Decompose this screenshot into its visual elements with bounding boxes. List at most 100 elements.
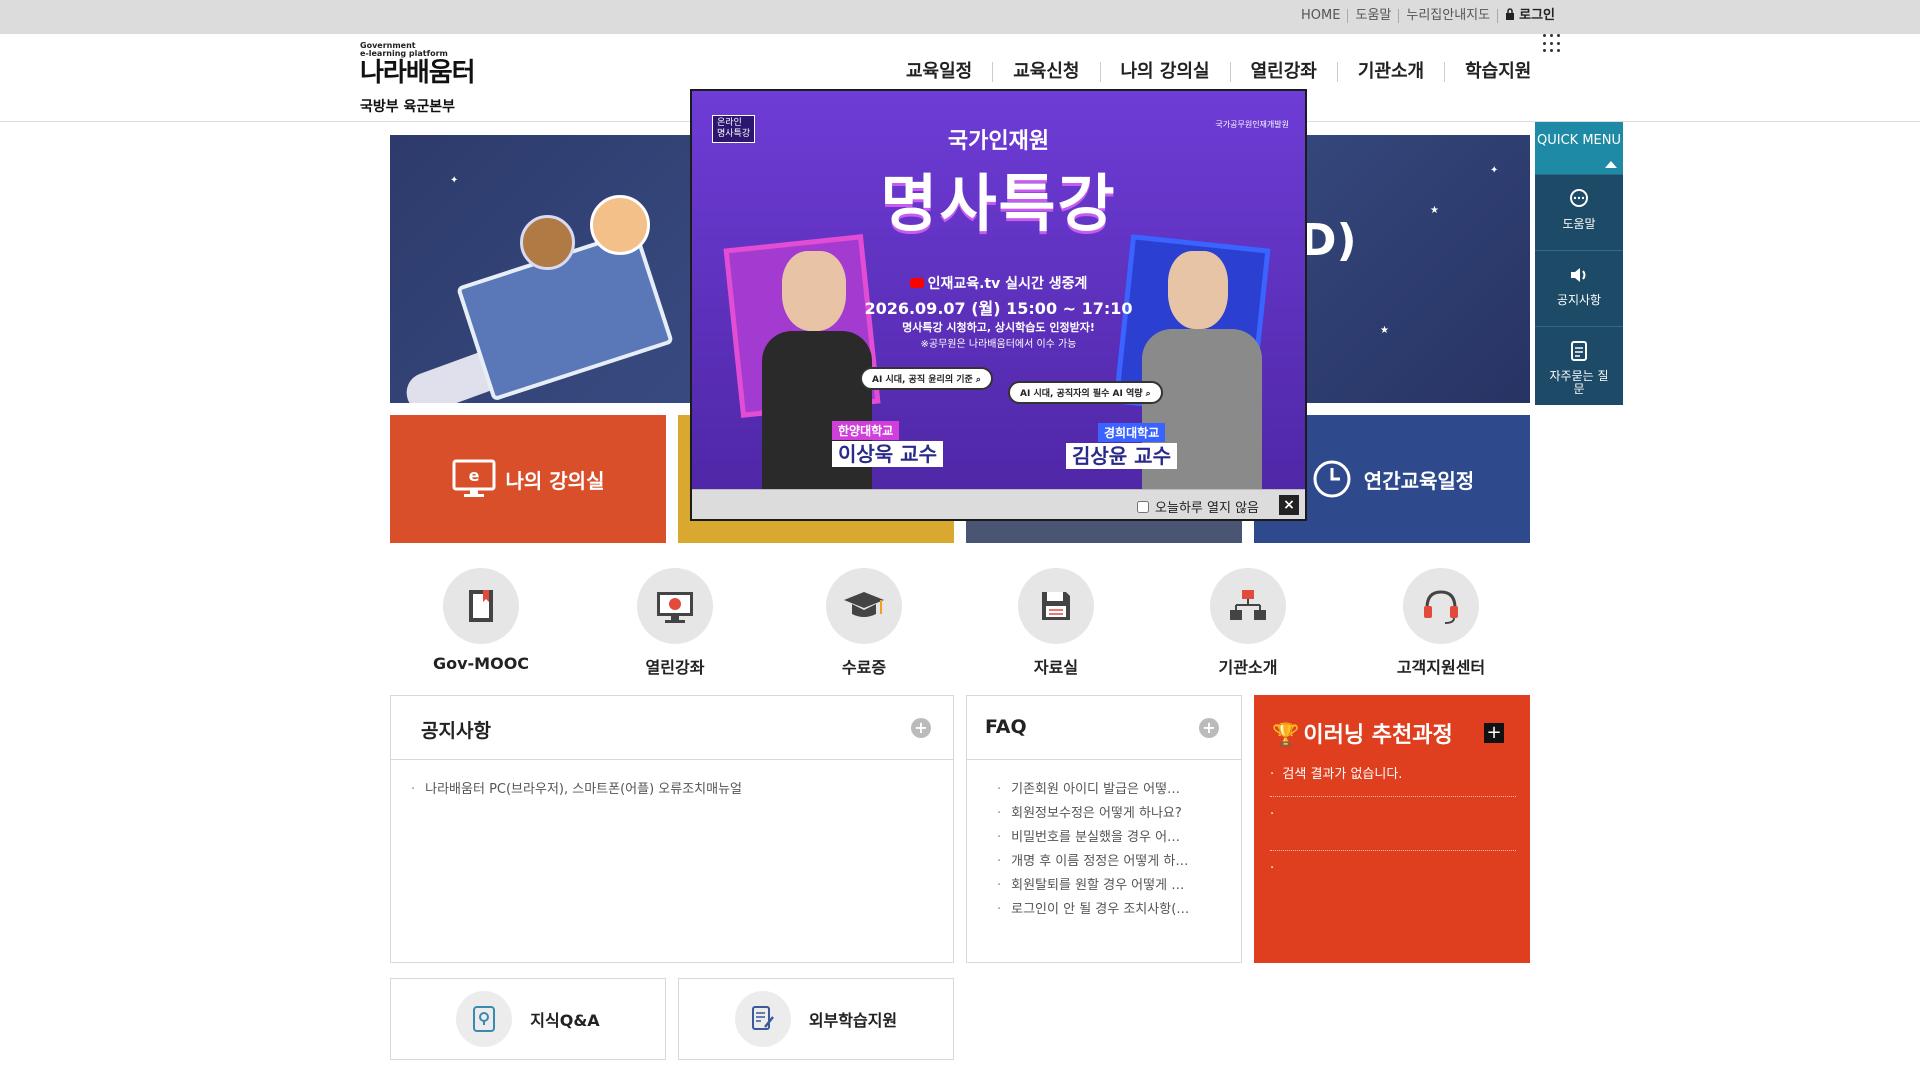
lock-icon	[1506, 8, 1515, 20]
faq-more-plus-icon[interactable]: +	[1199, 718, 1219, 738]
nav-item-support[interactable]: 학습지원	[1445, 62, 1551, 82]
shortcut-about-label: 기관소개	[1218, 658, 1278, 677]
login-label: 로그인	[1519, 8, 1555, 23]
speech-bubble-icon	[1570, 189, 1588, 207]
popup-date: 2026.09.07 (월) 15:00 ~ 17:10	[864, 299, 1133, 318]
topic-1-pill: AI 시대, 공직 윤리의 기준 ⌕	[860, 367, 993, 390]
recommended-title: 이러닝 추천과정	[1303, 723, 1453, 748]
sitemap-link[interactable]: 누리집안내지도	[1399, 8, 1499, 23]
shortcut-about[interactable]: 기관소개	[1183, 568, 1313, 678]
tile-annual-schedule-label: 연간교육일정	[1363, 468, 1475, 493]
banner-kid-illustration	[590, 195, 650, 255]
list-item[interactable]: 기존회원 아이디 발급은 어떻…	[997, 778, 1221, 802]
quick-menu-title: QUICK MENU	[1537, 133, 1621, 148]
faq-title: FAQ	[985, 716, 1027, 738]
login-link[interactable]: 로그인	[1498, 8, 1562, 23]
shortcut-gov-mooc-label: Gov-MOOC	[432, 654, 530, 673]
star-icon: ★	[1430, 205, 1439, 216]
nav-item-open-course[interactable]: 열린강좌	[1231, 62, 1338, 82]
banner-partial-text: D)	[1300, 215, 1357, 266]
notice-title: 공지사항	[421, 720, 491, 742]
headset-icon	[1403, 568, 1479, 644]
home-link[interactable]: HOME	[1294, 8, 1349, 23]
utility-bar: HOME 도움말 누리집안내지도 로그인	[0, 0, 1920, 34]
shortcut-archive-label: 자료실	[1033, 658, 1079, 677]
notice-header: 공지사항 +	[391, 696, 953, 760]
quick-item-help[interactable]: 도움말	[1535, 174, 1623, 250]
quick-menu: QUICK MENU 도움말 공지사항 자주묻는 질문	[1535, 122, 1623, 405]
logo-small-text-2: e-learning platform	[360, 49, 448, 58]
notice-board: 공지사항 + 나라배움터 PC(브라우저), 스마트폰(어플) 오류조치매뉴얼	[390, 695, 954, 963]
dont-show-today[interactable]: 오늘하루 열지 않음	[1137, 497, 1259, 516]
notice-more-plus-icon[interactable]: +	[911, 718, 931, 738]
recommended-more-plus-icon[interactable]: +	[1484, 723, 1504, 743]
topic-2-pill: AI 시대, 공직자의 필수 AI 역량 ⌕	[1008, 381, 1163, 404]
popup-title-small: 국가인재원	[947, 129, 1050, 154]
star-icon: ✦	[450, 175, 459, 186]
star-icon: ★	[1380, 325, 1389, 336]
lecture-popup: 온라인 명사특강 국가공무원인재개발원 국가인재원 명사특강 인재교육.tv 실시…	[690, 89, 1307, 521]
popup-live-text: 인재교육.tv 실시간 생중계	[692, 273, 1305, 293]
popup-line-1: 명사특강 시청하고, 상시학습도 인정받자!	[902, 321, 1095, 334]
svg-text:e: e	[468, 466, 479, 485]
nav-item-apply[interactable]: 교육신청	[993, 62, 1101, 82]
logo-org: 국방부 육군본부	[360, 99, 456, 115]
clock-icon	[1313, 460, 1351, 498]
banner-pet-illustration	[520, 215, 575, 270]
floppy-disk-icon	[1018, 568, 1094, 644]
list-item: ·	[1270, 861, 1275, 876]
popup-live-label: 인재교육.tv 실시간 생중계	[927, 276, 1088, 292]
knowledge-qa-button[interactable]: 지식Q&A	[390, 978, 666, 1060]
shortcut-archive[interactable]: 자료실	[991, 568, 1121, 678]
all-menu-grid-icon[interactable]	[1543, 34, 1563, 54]
list-item[interactable]: 개명 후 이름 정정은 어떻게 하…	[997, 850, 1221, 874]
nav-item-schedule[interactable]: 교육일정	[886, 62, 994, 82]
book-icon	[443, 568, 519, 644]
trophy-icon: 🏆	[1272, 723, 1300, 748]
recommended-empty-text: 검색 결과가 없습니다.	[1282, 767, 1403, 782]
quick-menu-header[interactable]: QUICK MENU	[1535, 122, 1623, 174]
quick-item-faq[interactable]: 자주묻는 질문	[1535, 326, 1623, 402]
site-logo[interactable]: Government e-learning platform 나라배움터 국방부…	[360, 42, 500, 116]
external-learning-button[interactable]: 외부학습지원	[678, 978, 954, 1060]
knowledge-qa-label: 지식Q&A	[530, 1011, 600, 1030]
shortcut-open-course[interactable]: 열린강좌	[610, 568, 740, 678]
professor-2-name: 김상윤 교수	[1066, 443, 1177, 469]
topic-2-label: AI 시대, 공직자의 필수 AI 역량	[1020, 389, 1143, 399]
dont-show-label: 오늘하루 열지 않음	[1155, 501, 1259, 516]
popup-background[interactable]: 온라인 명사특강 국가공무원인재개발원 국가인재원 명사특강 인재교육.tv 실시…	[692, 91, 1305, 491]
monitor-e-icon: e	[452, 459, 496, 497]
shortcut-open-course-label: 열린강좌	[645, 658, 705, 677]
faq-header: FAQ +	[967, 696, 1241, 760]
global-nav: 교육일정 교육신청 나의 강의실 열린강좌 기관소개 학습지원	[886, 62, 1551, 82]
person-body	[762, 331, 872, 491]
professor-1-name: 이상욱 교수	[832, 441, 943, 467]
list-item[interactable]: 회원탈퇴를 원할 경우 어떻게 …	[997, 874, 1221, 898]
tile-my-classroom-label: 나의 강의실	[505, 468, 605, 493]
list-item[interactable]: 나라배움터 PC(브라우저), 스마트폰(어플) 오류조치매뉴얼	[411, 778, 953, 802]
tile-my-classroom[interactable]: e 나의 강의실	[390, 415, 666, 543]
speaker-icon	[1571, 268, 1586, 282]
quick-item-notice[interactable]: 공지사항	[1535, 250, 1623, 326]
topic-1-label: AI 시대, 공직 윤리의 기준	[872, 375, 973, 385]
list-item[interactable]: 로그인이 안 될 경우 조치사항(…	[997, 898, 1221, 922]
shortcut-gov-mooc[interactable]: Gov-MOOC	[416, 568, 546, 673]
list-item[interactable]: 회원정보수정은 어떻게 하나요?	[997, 802, 1221, 826]
document-list-icon	[1571, 341, 1587, 361]
list-item: · 검색 결과가 없습니다.	[1270, 763, 1516, 797]
close-icon[interactable]: ×	[1279, 495, 1299, 515]
list-item[interactable]: 비밀번호를 분실했을 경우 어…	[997, 826, 1221, 850]
nav-item-my-classroom[interactable]: 나의 강의실	[1101, 62, 1231, 82]
external-learning-label: 외부학습지원	[808, 1011, 898, 1030]
dont-show-checkbox[interactable]	[1137, 500, 1150, 513]
shortcut-customer-center-label: 고객지원센터	[1396, 658, 1486, 677]
location-doc-icon	[456, 991, 513, 1047]
utility-links: HOME 도움말 누리집안내지도 로그인	[1294, 8, 1562, 23]
logo-title: 나라배움터	[360, 58, 476, 88]
help-link[interactable]: 도움말	[1348, 8, 1400, 23]
document-pen-icon	[734, 991, 791, 1047]
nav-item-about[interactable]: 기관소개	[1338, 62, 1446, 82]
shortcut-customer-center[interactable]: 고객지원센터	[1376, 568, 1506, 678]
shortcut-certificate[interactable]: 수료증	[799, 568, 929, 678]
recommended-header: 🏆 이러닝 추천과정	[1272, 717, 1453, 749]
